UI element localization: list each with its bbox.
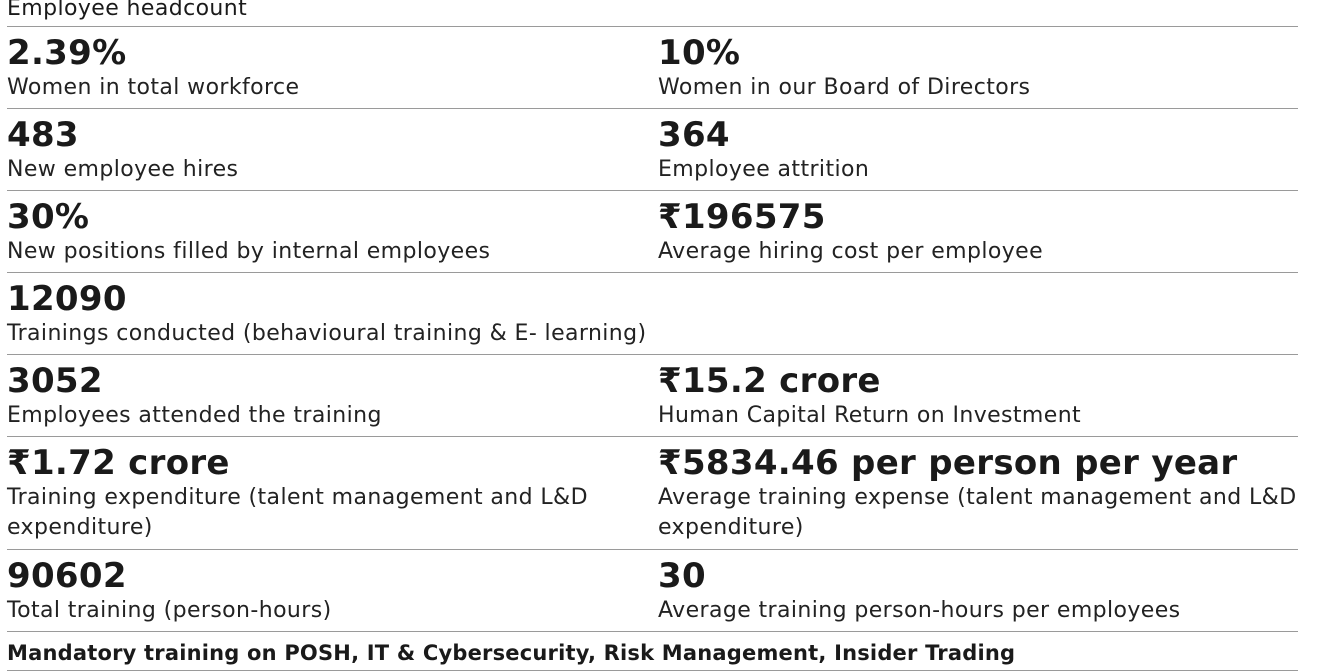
metric-label: Women in our Board of Directors [658,75,1031,100]
metric-total-training-hours: 90602 Total training (person-hours) [7,550,658,631]
metric-row: 12090 Trainings conducted (behavioural t… [7,273,1298,355]
metric-label: Human Capital Return on Investment [658,403,1082,428]
metric-value: ₹15.2 crore [658,361,881,401]
metrics-table: Employee headcount 2.39% Women in total … [7,0,1298,671]
metric-label: Trainings conducted (behavioural trainin… [7,321,647,346]
metric-value: 364 [658,115,730,155]
metric-internal-positions: 30% New positions filled by internal emp… [7,191,658,272]
metric-training-expenditure: ₹1.72 crore Training expenditure (talent… [7,437,658,549]
metric-women-workforce: 2.39% Women in total workforce [7,27,658,108]
metric-trainings-conducted: 12090 Trainings conducted (behavioural t… [7,273,1298,354]
metric-label: Total training (person-hours) [7,598,332,623]
metric-row: 30% New positions filled by internal emp… [7,191,1298,273]
metric-women-board: 10% Women in our Board of Directors [658,27,1298,108]
metric-label: Average training person-hours per employ… [658,598,1181,623]
metric-value: 30 [658,556,706,596]
metric-label: New positions filled by internal employe… [7,239,491,264]
metric-avg-training-hours: 30 Average training person-hours per emp… [658,550,1298,631]
metric-value: 90602 [7,556,127,596]
metric-attrition: 364 Employee attrition [658,109,1298,190]
headcount-label: Employee headcount [7,0,248,21]
metric-value: ₹196575 [658,197,826,237]
metric-label: Employee attrition [658,157,870,182]
metric-avg-training-expense: ₹5834.46 per person per year Average tra… [658,437,1298,549]
metric-value: 3052 [7,361,103,401]
metric-value: 2.39% [7,33,127,73]
metric-new-hires: 483 New employee hires [7,109,658,190]
mandatory-training-row: Mandatory training on POSH, IT & Cyberse… [7,632,1298,671]
mandatory-training-text: Mandatory training on POSH, IT & Cyberse… [7,641,1016,665]
metric-label: Employees attended the training [7,403,382,428]
metric-value: 10% [658,33,741,73]
metric-label: New employee hires [7,157,239,182]
metric-value: ₹1.72 crore [7,443,230,483]
metric-row: 3052 Employees attended the training ₹15… [7,355,1298,437]
metric-value: ₹5834.46 per person per year [658,443,1238,483]
metric-hc-roi: ₹15.2 crore Human Capital Return on Inve… [658,355,1298,436]
headcount-row: Employee headcount [7,0,1298,27]
metric-value: 30% [7,197,90,237]
metric-label: Training expenditure (talent management … [7,485,588,540]
metric-row: 2.39% Women in total workforce 10% Women… [7,27,1298,109]
metric-row: ₹1.72 crore Training expenditure (talent… [7,437,1298,550]
metric-value: 12090 [7,279,127,319]
metric-value: 483 [7,115,79,155]
metric-employees-trained: 3052 Employees attended the training [7,355,658,436]
metric-row: 483 New employee hires 364 Employee attr… [7,109,1298,191]
metric-label: Average hiring cost per employee [658,239,1044,264]
metric-label: Women in total workforce [7,75,300,100]
metric-label: Average training expense (talent managem… [658,485,1297,540]
metric-hiring-cost: ₹196575 Average hiring cost per employee [658,191,1298,272]
metric-row: 90602 Total training (person-hours) 30 A… [7,550,1298,632]
